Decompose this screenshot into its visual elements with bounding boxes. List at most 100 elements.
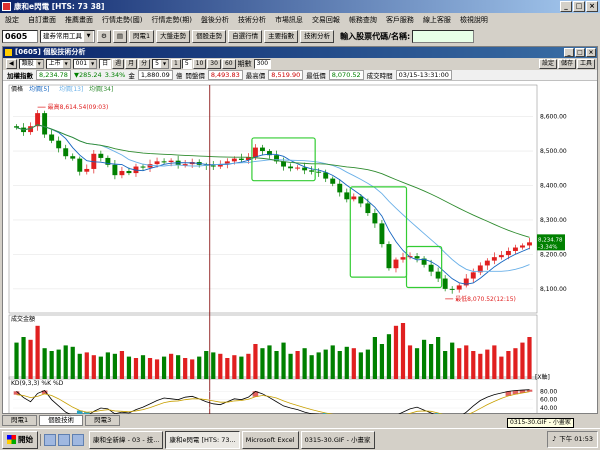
maximize-button[interactable]: □	[573, 1, 585, 12]
toolbar-button[interactable]: 自選行情	[228, 29, 263, 43]
menu-item[interactable]: 推薦畫面	[63, 15, 95, 25]
close-button[interactable]: ×	[586, 1, 598, 12]
menu-item[interactable]: 設定	[3, 15, 21, 25]
candle-body	[154, 161, 160, 165]
volume-bar	[183, 358, 188, 379]
volume-bar	[506, 351, 511, 379]
child-close-button[interactable]: ×	[586, 48, 596, 57]
toolbar-button[interactable]: 大盤走勢	[156, 29, 191, 43]
period-button[interactable]: 月	[125, 59, 138, 69]
panel-frame	[8, 84, 538, 314]
chart-tool-button[interactable]: 工具	[576, 59, 595, 69]
interval-button[interactable]: 30	[207, 59, 221, 69]
start-button[interactable]: 開始	[2, 430, 38, 449]
menu-item[interactable]: 行情走勢(國)	[100, 15, 144, 25]
candle-body	[238, 158, 244, 160]
minute-select[interactable]: 5	[152, 59, 169, 69]
volume-bar	[492, 345, 497, 379]
volume-bar	[190, 359, 195, 379]
candle-body	[470, 272, 476, 279]
volume-bar	[520, 342, 525, 379]
bars-label: 期數	[237, 60, 252, 68]
quick-launch-icon[interactable]	[72, 433, 84, 446]
child-maximize-button[interactable]: □	[575, 48, 585, 57]
stock-code-input[interactable]: 0605	[2, 29, 38, 43]
menu-item[interactable]: 交易回報	[310, 15, 342, 25]
volume-bar	[211, 352, 216, 379]
page-tab[interactable]: 閃電3	[85, 415, 121, 426]
category-select[interactable]: 類股	[18, 59, 44, 69]
chart-tool-button[interactable]: 設定	[538, 59, 557, 69]
menu-item[interactable]: 市場訊息	[273, 15, 305, 25]
candle-body	[14, 126, 19, 128]
page-tab[interactable]: 閃電1	[2, 415, 38, 426]
toolbar-settings-icon[interactable]: ⚙	[97, 29, 111, 43]
menu-item[interactable]: 客戶服務	[384, 15, 416, 25]
toolbar-button[interactable]: 技術分析	[300, 29, 335, 43]
y-tick-label: 8,500.00	[540, 148, 567, 155]
quick-launch-icon[interactable]	[58, 433, 70, 446]
start-label: 開始	[18, 434, 33, 444]
back-arrow-icon[interactable]: ◀	[6, 59, 17, 69]
candle-body	[527, 242, 532, 246]
volume-bar	[436, 337, 441, 379]
volume-bar	[330, 345, 335, 379]
menu-item[interactable]: 帳務查詢	[347, 15, 379, 25]
y-tick-label: 8,300.00	[540, 217, 567, 224]
toolbar-button[interactable]: 閃電1	[128, 29, 155, 43]
volume-bar	[365, 349, 370, 379]
menu-item[interactable]: 線上客服	[421, 15, 453, 25]
interval-button[interactable]: 1	[171, 59, 181, 69]
stock-search-input[interactable]	[412, 29, 475, 43]
y-tick-label: 8,400.00	[540, 182, 567, 189]
time-label: 成交時間	[366, 72, 393, 80]
menu-item[interactable]: 盤後分析	[199, 15, 231, 25]
page-tab[interactable]: 個股技術	[39, 415, 84, 426]
volume-bar	[337, 351, 342, 379]
y-tick-label: 8,100.00	[540, 286, 567, 293]
toolbar-window-icon[interactable]: ▤	[112, 29, 127, 43]
candle-body	[498, 255, 504, 258]
volume-bar	[386, 334, 392, 379]
volume-bar	[267, 345, 272, 379]
volume-bar	[358, 352, 363, 379]
index-code-select[interactable]: 001	[72, 59, 98, 69]
volume-bar	[393, 325, 399, 379]
toolbar-button[interactable]: 主要指數	[264, 29, 299, 43]
candle-body	[231, 158, 237, 162]
window-controls: _ □ ×	[560, 1, 598, 12]
taskbar-task[interactable]: 康和e閃電 [HTS: 73...	[165, 430, 240, 449]
main-toolbar: 0605 建券常用工具 ⚙ ▤ 閃電1大盤走勢個股走勢自選行情主要指數技術分析 …	[0, 27, 600, 45]
tray-icon[interactable]: ♪	[552, 432, 556, 447]
volume-bar	[77, 353, 82, 379]
quote-time: 03/15-13:31:00	[395, 70, 452, 80]
taskbar-task[interactable]: 0315-30.GIF - 小畫家	[300, 430, 375, 449]
child-minimize-button[interactable]: _	[564, 48, 574, 57]
chart-controls: ◀ 類股 上市 001 日週月分 5 15103060 期數 300 設定儲存工…	[3, 58, 597, 70]
bars-value-input[interactable]: 300	[253, 59, 272, 69]
interval-button[interactable]: 10	[192, 59, 207, 69]
technical-analysis-window: [0605] 個股技術分析 _ □ × ◀ 類股 上市 001 日週月分 5 1…	[2, 46, 598, 414]
menu-item[interactable]: 行情走勢(期)	[149, 15, 193, 25]
interval-button[interactable]: 60	[221, 59, 236, 69]
quick-launch-icon[interactable]	[44, 433, 56, 446]
menu-item[interactable]: 技術分析	[236, 15, 268, 25]
toolbar-button[interactable]: 個股走勢	[192, 29, 227, 43]
chart-tool-button[interactable]: 儲存	[557, 59, 576, 69]
taskbar-task[interactable]: Microsoft Excel	[241, 430, 299, 449]
period-button[interactable]: 分	[138, 59, 151, 69]
volume-bar	[49, 351, 54, 379]
technical-chart[interactable]: 8,100.00 8,200.00 8,300.00 8,400.00 8,500.00…	[3, 81, 597, 414]
market-select[interactable]: 上市	[45, 59, 71, 69]
app-title: 康和e閃電 [HTS: 73 38]	[14, 2, 105, 11]
taskbar-task[interactable]: 康和全新緯 - 03 - 技...	[89, 430, 164, 449]
tool-select[interactable]: 建券常用工具	[40, 29, 95, 43]
volume-bar	[485, 349, 490, 379]
minimize-button[interactable]: _	[560, 1, 572, 12]
interval-button[interactable]: 5	[181, 59, 192, 69]
menu-item[interactable]: 檢視說明	[458, 15, 490, 25]
period-button[interactable]: 週	[112, 59, 125, 69]
menu-item[interactable]: 自訂畫面	[26, 15, 58, 25]
window-icon	[5, 49, 12, 56]
period-button[interactable]: 日	[99, 59, 112, 69]
